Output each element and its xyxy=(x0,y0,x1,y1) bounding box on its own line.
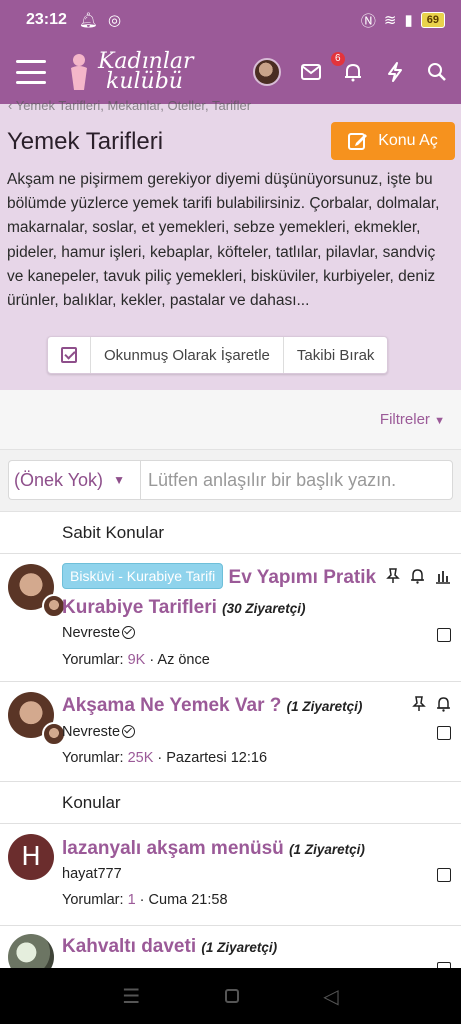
visitor-count: (30 Ziyaretçi) xyxy=(222,601,306,616)
inbox-icon[interactable] xyxy=(299,60,323,84)
thread-stats: Yorumlar: 1 · Cuma 21:58 xyxy=(62,892,228,908)
last-post-time[interactable]: Az önce xyxy=(157,652,209,668)
page-title: Yemek Tarifleri xyxy=(7,128,164,155)
signal-icon: ▮ xyxy=(404,12,413,29)
quick-thread-row: (Önek Yok) ▼ Lütfen anlaşılır bir başlık … xyxy=(0,450,461,512)
system-nav-bar: ☰ ◁ xyxy=(0,968,461,1024)
thread-select-checkbox[interactable] xyxy=(437,726,451,740)
lightning-icon[interactable] xyxy=(383,60,407,84)
replies-label: Yorumlar: xyxy=(62,750,124,766)
thread-row[interactable]: Kahvaltı daveti (1 Ziyaretçi) xyxy=(0,926,461,980)
checkbox-icon xyxy=(61,347,77,363)
thread-status-icons xyxy=(386,568,451,588)
filters-dropdown[interactable]: Filtreler ▼ xyxy=(380,411,445,428)
search-icon[interactable] xyxy=(425,60,449,84)
author-avatar[interactable] xyxy=(8,564,66,618)
unfollow-button[interactable]: Takibi Bırak xyxy=(284,337,388,373)
pin-icon xyxy=(412,696,426,716)
poll-chart-icon xyxy=(435,568,451,588)
sticky-section-header: Sabit Konular xyxy=(0,512,461,554)
back-icon[interactable]: ◁ xyxy=(323,984,338,1009)
thread-title-text[interactable]: Kahvaltı daveti xyxy=(62,936,196,957)
thread-stats: Yorumlar: 9K · Az önce xyxy=(62,652,210,668)
thread-prefix-tag[interactable]: Bisküvi - Kurabiye Tarifi xyxy=(62,563,224,589)
recent-apps-icon[interactable]: ☰ xyxy=(122,984,140,1009)
filters-label: Filtreler xyxy=(379,411,430,428)
caret-down-icon: ▼ xyxy=(434,415,445,427)
edit-icon xyxy=(348,133,368,150)
thread-author[interactable]: hayat777 xyxy=(62,866,122,882)
breadcrumb-text[interactable]: Yemek Tarifleri, Mekanlar, Oteller, Tari… xyxy=(16,98,251,113)
thread-author[interactable]: Nevreste xyxy=(62,724,136,740)
prefix-value: (Önek Yok) xyxy=(14,469,104,490)
thread-row[interactable]: Akşama Ne Yemek Var ? (1 Ziyaretçi) Nevr… xyxy=(0,682,461,782)
verified-icon xyxy=(122,626,136,639)
replies-label: Yorumlar: xyxy=(62,892,124,908)
last-post-time[interactable]: Cuma 21:58 xyxy=(149,892,228,908)
home-icon[interactable] xyxy=(224,989,239,1003)
forum-header: ‹ Yemek Tarifleri, Mekanlar, Oteller, Ta… xyxy=(0,98,461,390)
verified-icon xyxy=(122,725,136,738)
mark-read-button[interactable]: Okunmuş Olarak İşaretle xyxy=(91,337,284,373)
wifi-icon: ≋ xyxy=(383,12,397,29)
logo-text-2: kulübü xyxy=(106,69,183,94)
thread-title-text[interactable]: lazanyalı akşam menüsü xyxy=(62,838,284,859)
thread-select-checkbox[interactable] xyxy=(437,868,451,882)
user-avatar[interactable] xyxy=(253,58,281,86)
filter-bar: Filtreler ▼ xyxy=(0,390,461,450)
alerts-bell-icon[interactable]: 6 xyxy=(331,52,365,84)
thread-title[interactable]: Kahvaltı daveti (1 Ziyaretçi) xyxy=(62,932,402,963)
author-avatar[interactable]: H xyxy=(8,834,54,880)
watch-bell-icon xyxy=(436,696,451,716)
watch-bell-icon xyxy=(410,568,425,588)
notification-bell-icon: 🔔︎ xyxy=(78,12,98,29)
thread-row[interactable]: H lazanyalı akşam menüsü (1 Ziyaretçi) h… xyxy=(0,824,461,926)
forum-actions: Okunmuş Olarak İşaretle Takibi Bırak xyxy=(47,336,389,374)
thread-status-icons xyxy=(412,696,451,716)
status-bar: 23:12 🔔︎ ◎ Ⓝ ≋ ▮ 69 xyxy=(0,0,461,40)
visitor-count: (1 Ziyaretçi) xyxy=(289,842,365,857)
app-bar: Kadınlar kulübü 6 xyxy=(0,40,461,104)
thread-title-text[interactable]: Akşama Ne Yemek Var ? xyxy=(62,695,281,716)
breadcrumb[interactable]: ‹ Yemek Tarifleri, Mekanlar, Oteller, Ta… xyxy=(8,98,308,113)
visitor-count: (1 Ziyaretçi) xyxy=(286,699,363,714)
battery-indicator: 69 xyxy=(420,12,445,28)
author-avatar[interactable] xyxy=(8,692,66,746)
thread-stats: Yorumlar: 25K · Pazartesi 12:16 xyxy=(62,750,268,766)
thread-title[interactable]: lazanyalı akşam menüsü (1 Ziyaretçi) xyxy=(62,834,402,865)
thread-title-input[interactable]: Lütfen anlaşılır bir başlık yazın. xyxy=(140,460,453,500)
thread-title[interactable]: Akşama Ne Yemek Var ? (1 Ziyaretçi) xyxy=(62,691,402,722)
select-checkbox-button[interactable] xyxy=(48,337,91,373)
reply-count[interactable]: 1 xyxy=(128,892,136,908)
thread-author[interactable]: Nevreste xyxy=(62,625,136,641)
thread-row[interactable]: Bisküvi - Kurabiye Tarifi Ev Yapımı Prat… xyxy=(0,554,461,682)
instagram-icon: ◎ xyxy=(107,12,122,29)
last-post-time[interactable]: Pazartesi 12:16 xyxy=(166,750,267,766)
nfc-icon: Ⓝ xyxy=(360,12,376,30)
topics-section-header: Konular xyxy=(0,782,461,824)
thread-title-part1[interactable]: Ev Yapımı xyxy=(229,567,318,588)
forum-description: Akşam ne pişirmem gerekiyor diyemi düşün… xyxy=(7,171,440,310)
visitor-count: (1 Ziyaretçi) xyxy=(201,940,278,955)
reply-count[interactable]: 9K xyxy=(128,652,146,668)
new-topic-label: Konu Aç xyxy=(378,132,438,149)
prefix-select[interactable]: (Önek Yok) ▼ xyxy=(8,460,140,500)
replies-label: Yorumlar: xyxy=(62,652,124,668)
caret-down-icon: ▼ xyxy=(113,473,125,487)
alerts-badge: 6 xyxy=(331,52,345,66)
author-name[interactable]: Nevreste xyxy=(62,724,120,740)
site-logo[interactable]: Kadınlar kulübü xyxy=(66,51,194,94)
logo-figure-icon xyxy=(71,54,87,90)
thread-select-checkbox[interactable] xyxy=(437,628,451,642)
author-name[interactable]: Nevreste xyxy=(62,625,120,641)
status-time: 23:12 xyxy=(26,11,67,28)
thread-title[interactable]: Bisküvi - Kurabiye Tarifi Ev Yapımı Prat… xyxy=(62,563,392,624)
new-topic-button[interactable]: Konu Aç xyxy=(331,122,455,160)
menu-icon[interactable] xyxy=(16,60,46,84)
reply-count[interactable]: 25K xyxy=(128,750,154,766)
pin-icon xyxy=(386,568,400,588)
